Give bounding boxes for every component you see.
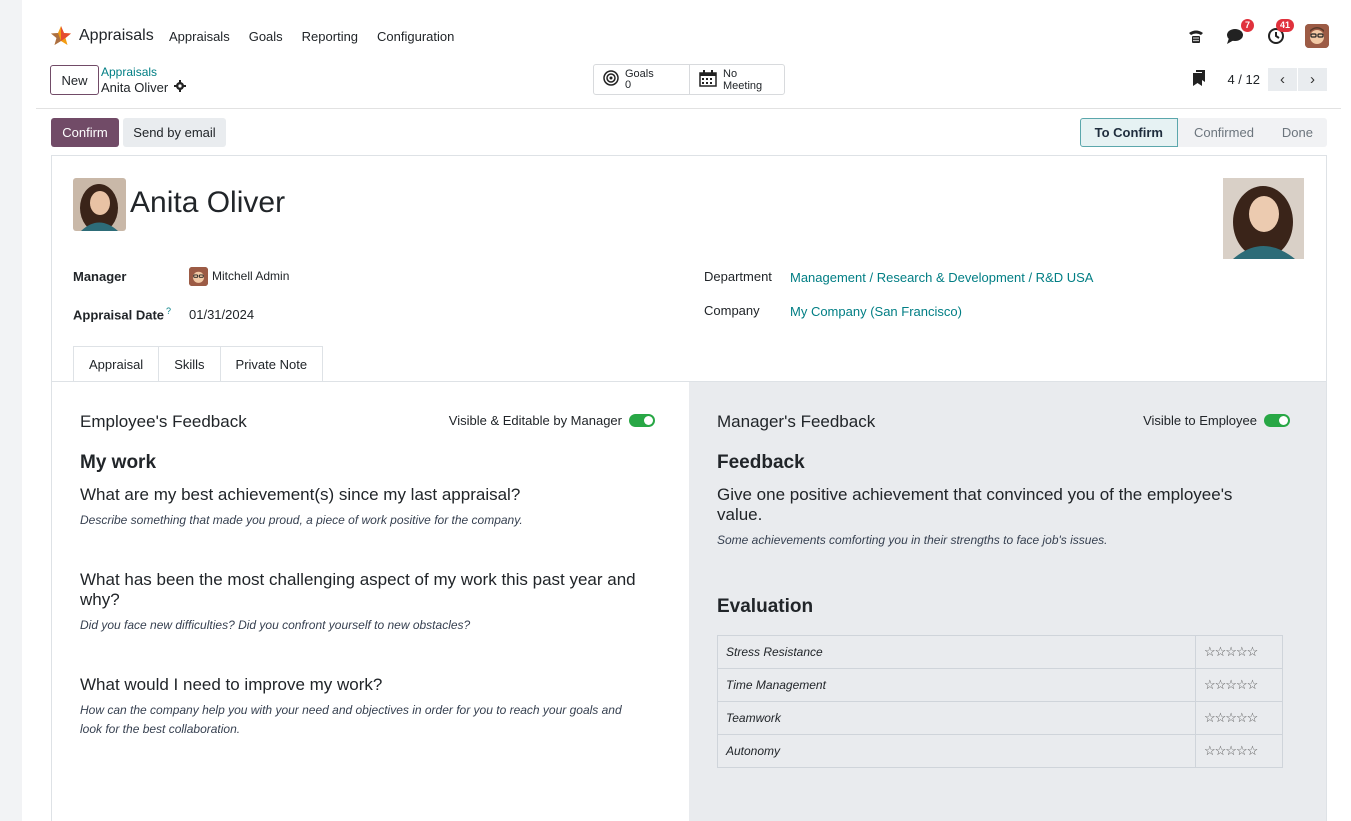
menu-item-reporting[interactable]: Reporting xyxy=(302,29,358,44)
main-menu: Appraisals Goals Reporting Configuration xyxy=(169,29,454,44)
manager-visibility-label: Visible to Employee xyxy=(1143,413,1257,428)
control-panel-divider xyxy=(36,108,1341,109)
form-tabs: Appraisal Skills Private Note xyxy=(73,346,324,382)
manager-field[interactable]: Mitchell Admin xyxy=(189,267,289,286)
smart-buttons: Goals 0 No Meeting xyxy=(593,64,785,95)
new-button[interactable]: New xyxy=(50,65,99,95)
pager: 4 / 12 ‹ › xyxy=(1193,68,1327,91)
phone-icon[interactable] xyxy=(1185,25,1207,47)
appraisal-date-help[interactable]: ? xyxy=(166,306,171,316)
star-rating[interactable]: ☆☆☆☆☆ xyxy=(1195,701,1283,735)
activity-badge: 41 xyxy=(1275,19,1294,32)
breadcrumb-current-label: Anita Oliver xyxy=(101,80,169,95)
employee-hint-3[interactable]: How can the company help you with your n… xyxy=(80,701,640,739)
evaluation-label: Teamwork xyxy=(717,701,1196,735)
tab-appraisal[interactable]: Appraisal xyxy=(73,346,160,382)
employee-question-3[interactable]: What would I need to improve my work? xyxy=(80,675,640,695)
appraisal-date-label: Appraisal Date? xyxy=(73,306,171,322)
employee-question-2[interactable]: What has been the most challenging aspec… xyxy=(80,570,640,610)
manager-question-1[interactable]: Give one positive achievement that convi… xyxy=(717,485,1277,525)
pager-previous-button[interactable]: ‹ xyxy=(1268,68,1297,91)
confirm-button[interactable]: Confirm xyxy=(51,118,119,147)
employee-question-1[interactable]: What are my best achievement(s) since my… xyxy=(80,485,640,505)
bookmark-icon[interactable] xyxy=(1193,70,1206,89)
clock-icon[interactable]: 41 xyxy=(1265,19,1294,47)
table-row: Autonomy ☆☆☆☆☆ xyxy=(717,734,1283,768)
company-label: Company xyxy=(704,303,760,318)
table-row: Time Management ☆☆☆☆☆ xyxy=(717,668,1283,702)
app-window: Appraisals Appraisals Goals Reporting Co… xyxy=(22,0,1351,821)
manager-visibility-switch[interactable] xyxy=(1264,414,1290,427)
send-by-email-button[interactable]: Send by email xyxy=(123,118,226,147)
appraisal-date-field[interactable]: 01/31/2024 xyxy=(189,307,254,322)
manager-section-heading: Feedback xyxy=(717,452,805,473)
menu-item-goals[interactable]: Goals xyxy=(249,29,283,44)
table-row: Stress Resistance ☆☆☆☆☆ xyxy=(717,635,1283,669)
breadcrumb-parent[interactable]: Appraisals xyxy=(101,65,157,79)
evaluation-table: Stress Resistance ☆☆☆☆☆ Time Management … xyxy=(717,635,1283,768)
calendar-icon xyxy=(699,69,717,90)
user-avatar[interactable] xyxy=(1305,24,1329,48)
menu-item-configuration[interactable]: Configuration xyxy=(377,29,454,44)
employee-visibility-toggle: Visible & Editable by Manager xyxy=(449,413,655,428)
goals-count: 0 xyxy=(625,78,632,91)
employee-name[interactable]: Anita Oliver xyxy=(130,186,285,220)
target-icon xyxy=(603,70,619,89)
company-field[interactable]: My Company (San Francisco) xyxy=(790,304,962,319)
evaluation-heading: Evaluation xyxy=(717,596,814,617)
manager-value: Mitchell Admin xyxy=(212,268,290,283)
star-rating[interactable]: ☆☆☆☆☆ xyxy=(1195,734,1283,768)
app-name[interactable]: Appraisals xyxy=(79,27,154,45)
evaluation-label: Time Management xyxy=(717,668,1196,702)
department-field[interactable]: Management / Research & Development / R&… xyxy=(790,270,1093,285)
employee-feedback-title: Employee's Feedback xyxy=(80,412,247,431)
systray: 7 41 xyxy=(1185,19,1329,48)
star-rating[interactable]: ☆☆☆☆☆ xyxy=(1195,635,1283,669)
employee-hint-1[interactable]: Describe something that made you proud, … xyxy=(80,511,640,530)
chat-icon[interactable]: 7 xyxy=(1225,19,1254,47)
manager-feedback-panel: Manager's Feedback Visible to Employee F… xyxy=(689,382,1326,821)
employee-section-heading: My work xyxy=(80,452,157,473)
employee-avatar[interactable] xyxy=(73,178,126,231)
goals-text: Goals 0 xyxy=(625,68,654,91)
pager-value[interactable]: 4 / 12 xyxy=(1227,72,1260,87)
manager-feedback-title: Manager's Feedback xyxy=(717,412,876,431)
table-row: Teamwork ☆☆☆☆☆ xyxy=(717,701,1283,735)
appraisals-star-icon[interactable] xyxy=(50,26,72,49)
gear-icon[interactable] xyxy=(174,80,187,95)
meeting-smart-button[interactable]: No Meeting xyxy=(689,65,784,94)
top-navbar: Appraisals Appraisals Goals Reporting Co… xyxy=(22,0,1351,56)
stage-to-confirm[interactable]: To Confirm xyxy=(1079,118,1178,147)
employee-hint-2[interactable]: Did you face new difficulties? Did you c… xyxy=(80,616,640,635)
employee-visibility-switch[interactable] xyxy=(629,414,655,427)
form-sheet: Anita Oliver Manager Mitchell Admin Appr… xyxy=(51,155,1327,821)
pager-next-button[interactable]: › xyxy=(1298,68,1327,91)
appraisal-date-label-text: Appraisal Date xyxy=(73,307,165,323)
menu-item-appraisals[interactable]: Appraisals xyxy=(169,29,230,44)
manager-hint-1[interactable]: Some achievements comforting you in thei… xyxy=(717,531,1277,550)
evaluation-label: Autonomy xyxy=(717,734,1196,768)
pager-buttons: ‹ › xyxy=(1268,68,1327,91)
employee-visibility-label: Visible & Editable by Manager xyxy=(448,413,622,428)
manager-visibility-toggle: Visible to Employee xyxy=(1143,413,1290,428)
employee-feedback-panel: Employee's Feedback Visible & Editable b… xyxy=(52,382,689,821)
tab-skills[interactable]: Skills xyxy=(158,346,221,382)
department-label: Department xyxy=(704,269,772,284)
breadcrumb-current: Anita Oliver xyxy=(101,80,187,95)
manager-label: Manager xyxy=(73,269,127,284)
manager-avatar xyxy=(189,267,208,286)
status-bar: To Confirm Confirmed Done xyxy=(1079,118,1327,147)
evaluation-label: Stress Resistance xyxy=(717,635,1196,669)
goals-smart-button[interactable]: Goals 0 xyxy=(594,65,689,94)
chat-badge: 7 xyxy=(1240,19,1254,32)
stage-confirmed[interactable]: Confirmed xyxy=(1177,118,1268,147)
employee-photo[interactable] xyxy=(1223,178,1304,259)
tab-private-note[interactable]: Private Note xyxy=(219,346,324,382)
star-rating[interactable]: ☆☆☆☆☆ xyxy=(1195,668,1283,702)
meeting-label: No Meeting xyxy=(723,67,763,92)
stage-done[interactable]: Done xyxy=(1267,118,1327,147)
